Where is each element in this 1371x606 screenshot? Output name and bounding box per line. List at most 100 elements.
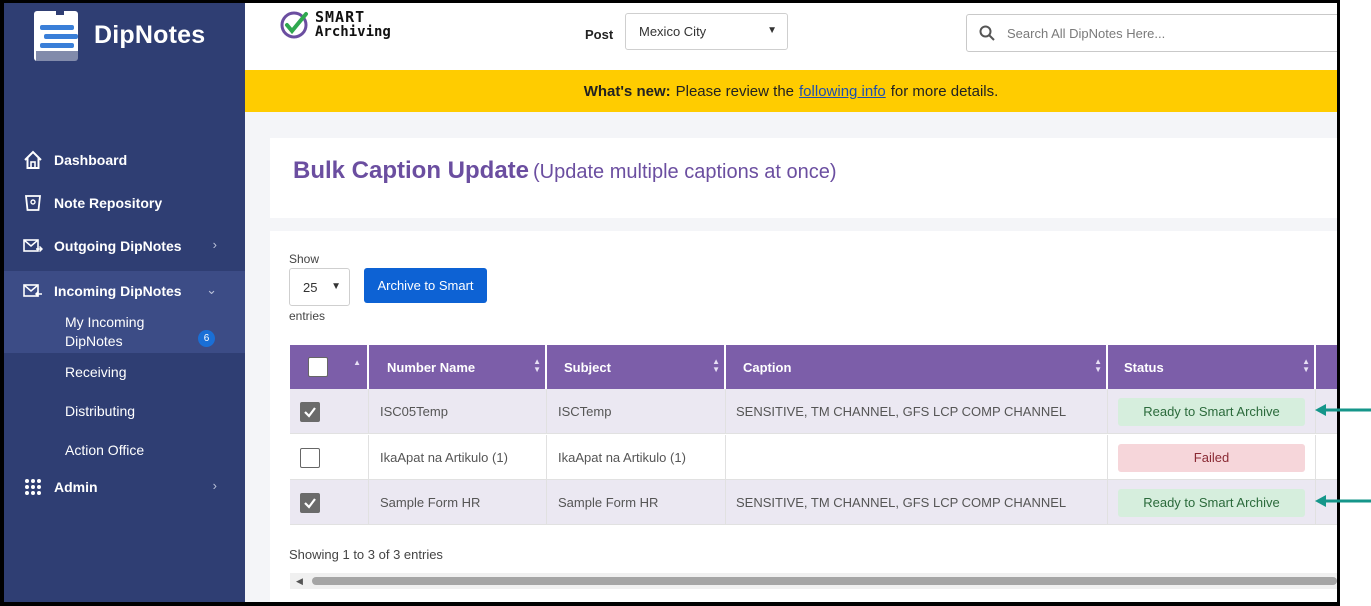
number-name-cell: Sample Form HR <box>369 480 547 525</box>
page-length-value: 25 <box>303 279 318 295</box>
column-header-number-name[interactable]: Number Name ▲ ▼ <box>369 345 547 389</box>
annotation-arrow-icon <box>1315 495 1371 507</box>
sidebar-subitem-label: Receiving <box>65 364 127 380</box>
sidebar-item-label: Dashboard <box>54 152 128 168</box>
table-row[interactable]: ISC05Temp ISCTemp SENSITIVE, TM CHANNEL,… <box>290 389 1337 434</box>
sidebar-item-incoming-dipnotes[interactable]: Incoming DipNotes ⌄ <box>4 271 245 311</box>
sidebar: DipNotes Dashboard Note Repository Outgo… <box>4 3 245 602</box>
sidebar-item-note-repository[interactable]: Note Repository <box>4 186 245 220</box>
horizontal-scrollbar[interactable]: ◀ <box>290 573 1337 589</box>
archive-to-smart-button[interactable]: Archive to Smart <box>364 268 487 303</box>
scroll-left-arrow-icon[interactable]: ◀ <box>296 576 303 587</box>
sidebar-item-label: Note Repository <box>54 195 163 211</box>
smart-archiving-text: SMART Archiving <box>315 8 391 40</box>
frame-border-right <box>1337 0 1371 606</box>
sort-icon: ▲ ▼ <box>712 357 720 374</box>
page-title-card: Bulk Caption Update (Update multiple capt… <box>270 138 1337 218</box>
sidebar-subitem-action-office[interactable]: Action Office <box>4 436 245 464</box>
number-name-cell: ISC05Temp <box>369 389 547 434</box>
table-row[interactable]: IkaApat na Artikulo (1) IkaApat na Artik… <box>290 435 1337 480</box>
status-cell: Ready to Smart Archive <box>1108 389 1316 434</box>
sort-icon: ▲ <box>353 358 361 367</box>
chevron-down-icon: ▼ <box>767 25 777 36</box>
banner-link[interactable]: following info <box>799 83 886 100</box>
chevron-right-icon: › <box>212 478 217 493</box>
bin-icon <box>22 192 44 214</box>
sidebar-item-dashboard[interactable]: Dashboard <box>4 143 245 177</box>
search-placeholder: Search All DipNotes Here... <box>1007 25 1166 41</box>
whats-new-banner: What's new: Please review the following … <box>245 70 1337 112</box>
status-cell: Failed <box>1108 435 1316 480</box>
caption-cell: SENSITIVE, TM CHANNEL, GFS LCP COMP CHAN… <box>726 480 1108 525</box>
chevron-down-icon: ⌄ <box>206 282 217 297</box>
app-logo[interactable]: DipNotes <box>30 7 205 63</box>
sidebar-item-admin[interactable]: Admin › <box>4 470 245 504</box>
row-checkbox[interactable] <box>300 401 320 422</box>
frame-border-top <box>0 0 1340 3</box>
table-row[interactable]: Sample Form HR Sample Form HR SENSITIVE,… <box>290 480 1337 525</box>
search-input[interactable]: Search All DipNotes Here... <box>966 14 1346 52</box>
top-header: SMART Archiving Post Mexico City ▼ Searc… <box>245 3 1346 70</box>
frame-border-left <box>0 0 4 606</box>
app-name: DipNotes <box>94 20 206 49</box>
smart-archiving-logo[interactable]: SMART Archiving <box>279 10 391 40</box>
mail-in-icon <box>22 280 44 302</box>
sidebar-item-label: Admin <box>54 479 98 495</box>
sidebar-subitem-label: My Incoming DipNotes <box>65 314 145 349</box>
row-checkbox[interactable] <box>300 447 320 468</box>
sidebar-subitem-label: Distributing <box>65 403 136 419</box>
dipnotes-logo-icon <box>30 7 90 63</box>
caption-cell <box>726 435 1108 480</box>
count-badge: 6 <box>198 330 215 347</box>
post-select[interactable]: Mexico City ▼ <box>625 13 788 50</box>
post-select-value: Mexico City <box>639 24 707 39</box>
sidebar-item-label: Incoming DipNotes <box>54 283 182 299</box>
table-info: Showing 1 to 3 of 3 entries <box>289 547 443 562</box>
caption-cell: SENSITIVE, TM CHANNEL, GFS LCP COMP CHAN… <box>726 389 1108 434</box>
column-header-subject[interactable]: Subject ▲ ▼ <box>547 345 726 389</box>
status-badge: Ready to Smart Archive <box>1118 488 1305 517</box>
column-header-more[interactable] <box>1316 345 1337 389</box>
sidebar-subitem-distributing[interactable]: Distributing <box>4 397 245 425</box>
chevron-down-icon: ▼ <box>331 281 341 292</box>
row-checkbox[interactable] <box>300 492 320 513</box>
check-circle-icon <box>280 11 308 39</box>
sidebar-subitem-my-incoming-dipnotes[interactable]: My Incoming DipNotes 6 <box>4 311 245 353</box>
banner-heading: What's new: <box>583 82 671 100</box>
sort-icon: ▲ ▼ <box>533 357 541 374</box>
sidebar-subitem-receiving[interactable]: Receiving <box>4 358 245 386</box>
screenshot-frame: DipNotes Dashboard Note Repository Outgo… <box>0 0 1371 606</box>
table-header: ▲ Number Name ▲ ▼ Subject ▲ ▼ Caption ▲ ▼ S… <box>290 345 1337 389</box>
sort-icon: ▲ ▼ <box>1302 357 1310 374</box>
page-subtitle: (Update multiple captions at once) <box>533 161 837 183</box>
banner-text-before: Please review the <box>675 82 795 100</box>
show-label: Show <box>289 252 320 266</box>
check-icon <box>304 406 316 418</box>
select-all-checkbox[interactable] <box>308 357 328 377</box>
page-title: Bulk Caption Update (Update multiple capt… <box>293 157 837 184</box>
check-icon <box>304 497 316 509</box>
home-icon <box>22 149 44 171</box>
banner-text-after: for more details. <box>890 82 999 100</box>
frame-border-bottom <box>0 602 1340 606</box>
subject-cell: IkaApat na Artikulo (1) <box>547 435 726 480</box>
status-badge: Ready to Smart Archive <box>1118 397 1305 426</box>
row-checkbox-cell <box>290 389 369 434</box>
sort-icon: ▲ ▼ <box>1094 357 1102 374</box>
select-all-header[interactable]: ▲ <box>290 345 369 389</box>
scrollbar-thumb[interactable] <box>312 577 1337 585</box>
sidebar-item-outgoing-dipnotes[interactable]: Outgoing DipNotes › <box>4 229 245 263</box>
column-header-status[interactable]: Status ▲ ▼ <box>1108 345 1316 389</box>
post-label: Post <box>585 27 614 42</box>
page-length-select[interactable]: 25 ▼ <box>289 268 350 306</box>
status-cell: Ready to Smart Archive <box>1108 480 1316 525</box>
column-header-caption[interactable]: Caption ▲ ▼ <box>726 345 1108 389</box>
number-name-cell: IkaApat na Artikulo (1) <box>369 435 547 480</box>
annotation-arrow-icon <box>1315 404 1371 416</box>
search-icon <box>979 25 995 41</box>
status-badge: Failed <box>1118 443 1305 472</box>
grid-dots-icon <box>22 476 44 498</box>
entries-label: entries <box>289 309 326 323</box>
row-checkbox-cell <box>290 435 369 480</box>
row-checkbox-cell <box>290 480 369 525</box>
